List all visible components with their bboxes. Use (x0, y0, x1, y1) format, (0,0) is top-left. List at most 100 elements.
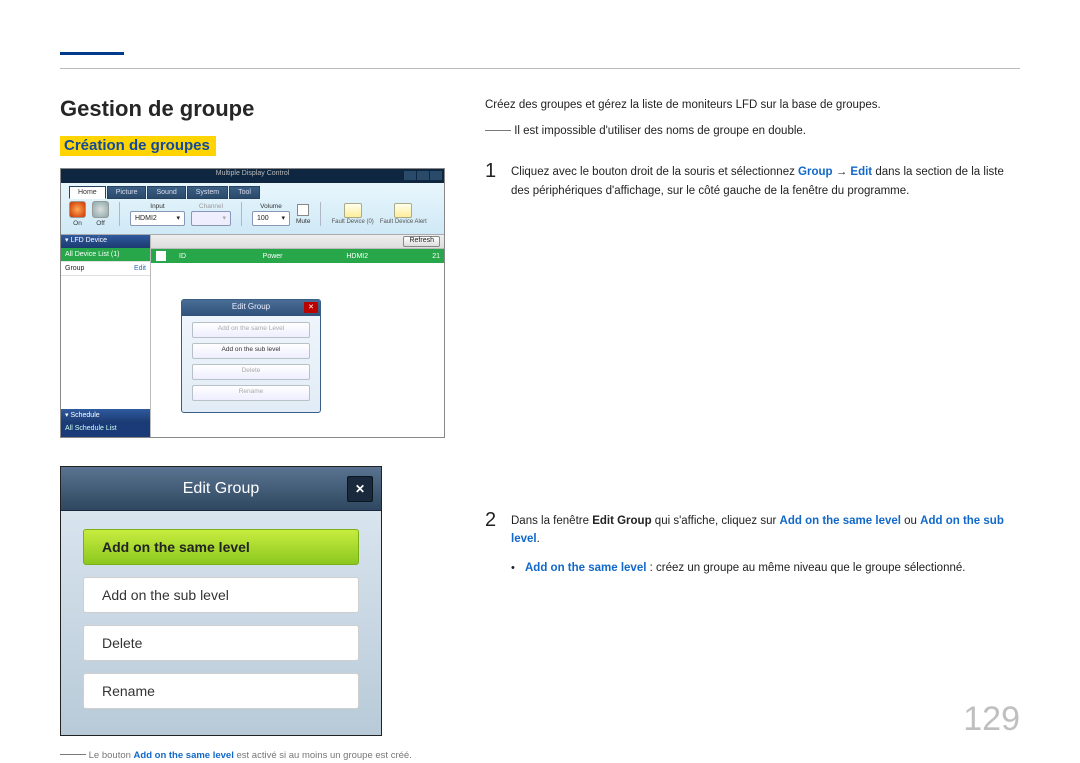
step-2-mid: qui s'affiche, cliquez sur (652, 515, 780, 527)
volume-value: 100 (257, 215, 269, 222)
col-power: Power (255, 253, 339, 260)
toolbar-controls: On Off Input HDMI2▾ Channel (69, 201, 436, 227)
power-off-button[interactable] (92, 201, 109, 218)
popup-body: Add on the same Level Add on the sub lev… (182, 316, 320, 412)
intro-text: Créez des groupes et gérez la liste de m… (485, 96, 1020, 114)
dialog-header: Edit Group ✕ (61, 467, 381, 511)
bullet-body: Add on the same level : créez un groupe … (525, 559, 1020, 578)
popup-btn-delete[interactable]: Delete (192, 364, 310, 380)
chevron-down-icon: ▾ (222, 214, 226, 222)
right-column: Créez des groupes et gérez la liste de m… (485, 96, 1020, 761)
fault-id-label: Fault Device (0) (331, 219, 373, 225)
fault-alert-group[interactable]: Fault Device Alert (380, 203, 427, 225)
on-label: On (69, 220, 86, 227)
tab-home[interactable]: Home (69, 186, 106, 199)
mute-checkbox[interactable] (297, 204, 309, 216)
bullet-text: : créez un groupe au même niveau que le … (646, 562, 965, 574)
dialog-btn-delete[interactable]: Delete (83, 625, 359, 661)
note-dash: ―― (485, 122, 511, 137)
window-titlebar: Multiple Display Control (61, 169, 444, 183)
note-text: Il est impossible d'utiliser des noms de… (514, 125, 806, 137)
tab-tool[interactable]: Tool (229, 186, 260, 199)
step-2-mid2: ou (901, 515, 920, 527)
sidebar-lfd-header[interactable]: ▾ LFD Device (61, 235, 150, 248)
dialog-close-button[interactable]: ✕ (347, 476, 373, 502)
dialog-btn-same-level[interactable]: Add on the same level (83, 529, 359, 565)
tab-system[interactable]: System (187, 186, 228, 199)
volume-label: Volume (252, 203, 290, 210)
left-column: Gestion de groupe Création de groupes Mu… (60, 96, 445, 761)
footnote: ―― Le bouton Add on the same level est a… (60, 746, 445, 761)
popup-header: Edit Group ✕ (182, 300, 320, 316)
step-2-pre: Dans la fenêtre (511, 515, 592, 527)
divider (241, 202, 242, 226)
volume-field[interactable]: 100 ▾ (252, 211, 290, 226)
spacer (485, 210, 1020, 490)
page-number: 129 (963, 700, 1020, 739)
footnote-bold: Add on the same level (134, 750, 234, 761)
channel-select[interactable]: ▾ (191, 211, 231, 226)
step-2-b2: Add on the same level (780, 515, 901, 527)
fault-alert-icon (394, 203, 412, 218)
tab-picture[interactable]: Picture (107, 186, 147, 199)
input-label: Input (130, 203, 185, 210)
sidebar-group-row[interactable]: Group Edit (61, 262, 150, 276)
header-accent-bar (60, 52, 124, 55)
popup-btn-sub-level[interactable]: Add on the sub level (192, 343, 310, 359)
step-1-body: Cliquez avec le bouton droit de la souri… (511, 159, 1020, 200)
close-icon[interactable] (430, 171, 442, 180)
screenshot-edit-group-dialog: Edit Group ✕ Add on the same level Add o… (60, 466, 382, 736)
step-2-number: 2 (485, 508, 511, 577)
fault-alert-label: Fault Device Alert (380, 219, 427, 225)
maximize-icon[interactable] (417, 171, 429, 180)
popup-btn-rename[interactable]: Rename (192, 385, 310, 401)
sidebar-all-devices[interactable]: All Device List (1) (61, 248, 150, 262)
step-1-b1: Group (798, 166, 833, 178)
device-row-selected[interactable]: ID Power HDMI2 21 (151, 249, 444, 263)
sidebar-edit-link[interactable]: Edit (134, 265, 146, 272)
screenshot-mdc-window: Multiple Display Control Home Picture So… (60, 168, 445, 438)
footnote-post: est activé si au moins un groupe est cré… (234, 750, 412, 761)
tab-sound[interactable]: Sound (147, 186, 185, 199)
col-id: ID (171, 253, 255, 260)
section-title: Gestion de groupe (60, 96, 445, 122)
minimize-icon[interactable] (404, 171, 416, 180)
page-container: Gestion de groupe Création de groupes Mu… (0, 0, 1080, 763)
step-1-number: 1 (485, 159, 511, 200)
step-2-b1: Edit Group (592, 515, 651, 527)
fault-id-group[interactable]: Fault Device (0) (331, 203, 373, 225)
power-on-button[interactable] (69, 201, 86, 218)
edit-group-popup: Edit Group ✕ Add on the same Level Add o… (181, 299, 321, 413)
channel-label: Channel (191, 203, 231, 210)
channel-group: Channel ▾ (191, 203, 231, 226)
sidebar-schedule-all[interactable]: All Schedule List (61, 423, 150, 437)
input-select[interactable]: HDMI2▾ (130, 211, 185, 226)
window-buttons (404, 171, 442, 180)
chevron-down-icon: ▾ (281, 214, 285, 222)
power-on-group: On (69, 201, 86, 227)
sidebar-schedule-header[interactable]: ▾ Schedule (61, 409, 150, 423)
sidebar-group-label: Group (65, 265, 84, 272)
power-off-group: Off (92, 201, 109, 227)
footnote-pre: Le bouton (89, 750, 134, 761)
window-body: ▾ LFD Device All Device List (1) Group E… (61, 235, 444, 437)
subsection-title: Création de groupes (60, 136, 216, 156)
bullet-same-level: • Add on the same level : créez un group… (511, 559, 1020, 578)
step-1: 1 Cliquez avec le bouton droit de la sou… (485, 159, 1020, 200)
dialog-btn-rename[interactable]: Rename (83, 673, 359, 709)
dialog-body: Add on the same level Add on the sub lev… (61, 511, 381, 735)
sidebar: ▾ LFD Device All Device List (1) Group E… (61, 235, 151, 437)
footnote-dash: ―― (60, 746, 86, 761)
popup-close-button[interactable]: ✕ (304, 302, 318, 313)
mute-label: Mute (296, 218, 310, 225)
popup-btn-same-level[interactable]: Add on the same Level (192, 322, 310, 338)
input-value: HDMI2 (135, 215, 157, 222)
dialog-btn-sub-level[interactable]: Add on the sub level (83, 577, 359, 613)
refresh-button[interactable]: Refresh (403, 236, 440, 247)
fault-id-icon (344, 203, 362, 218)
col-val: 21 (422, 253, 444, 260)
step-2: 2 Dans la fenêtre Edit Group qui s'affic… (485, 508, 1020, 577)
row-checkbox[interactable] (156, 251, 166, 261)
list-header-row: Refresh (151, 235, 444, 249)
col-input: HDMI2 (338, 253, 422, 260)
